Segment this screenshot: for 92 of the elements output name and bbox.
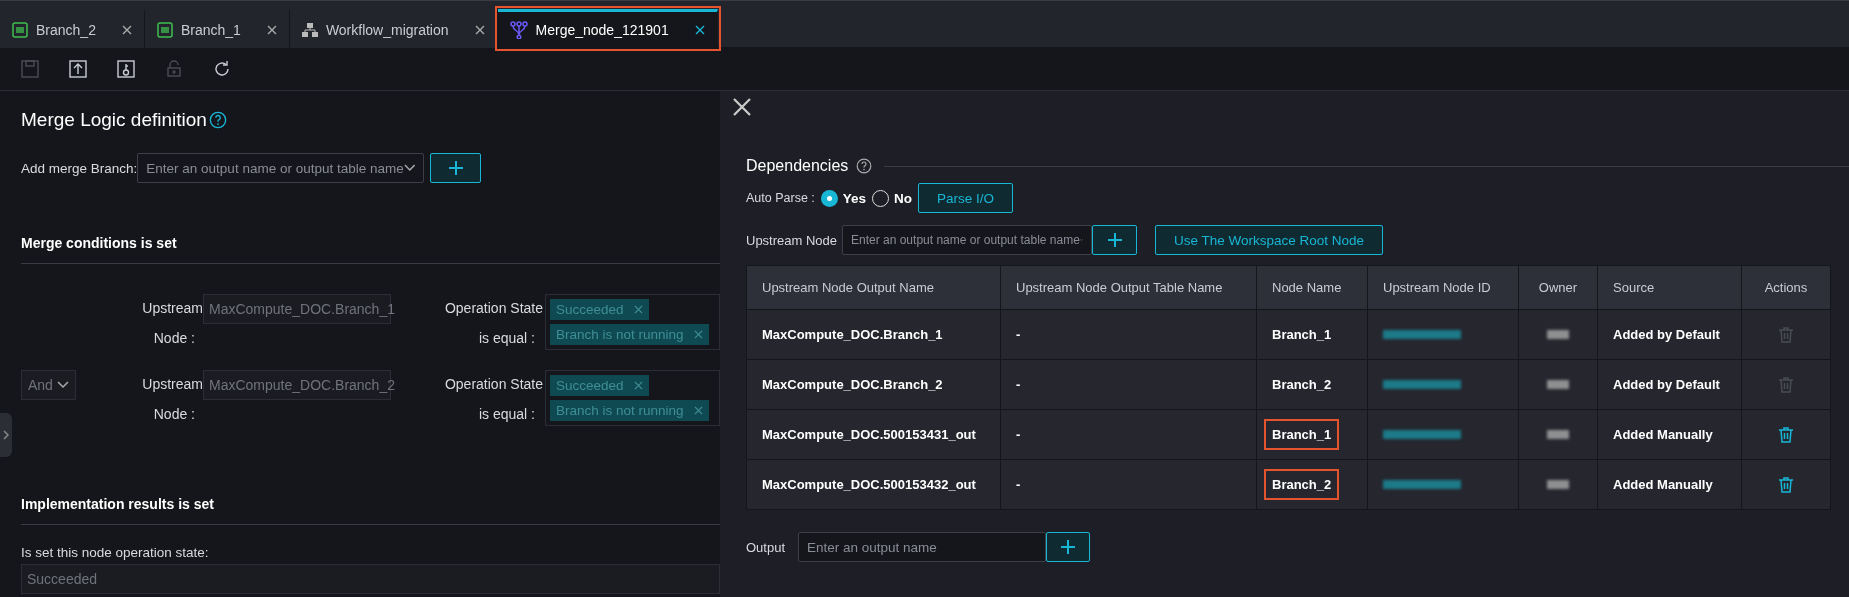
table-cell: Branch_1 [1257,410,1368,460]
sql-file-icon [12,22,28,38]
column-header: Upstream Node ID [1368,266,1519,310]
table-cell: Branch_2 [1257,460,1368,510]
column-header: Upstream Node Output Name [747,266,1001,310]
refresh-icon[interactable] [212,58,232,79]
radio-option[interactable]: Yes [820,189,867,207]
help-icon[interactable] [208,111,227,129]
remove-icon[interactable] [693,330,703,339]
table-cell: - [1001,410,1257,460]
table-cell: MaxCompute_DOC.500153431_out [747,410,1001,460]
branch-select[interactable]: Enter an output name or output table name [137,153,425,183]
key-icon[interactable] [116,58,136,79]
column-header: Source [1598,266,1742,310]
hierarchy-icon [301,22,318,38]
column-header: Actions [1742,266,1831,310]
add-button[interactable] [430,153,482,183]
column-header: Owner [1519,266,1598,310]
blurred-owner [1547,330,1569,339]
plus-icon [1106,232,1123,248]
plus-icon [1060,539,1076,555]
remove-icon[interactable] [633,305,643,314]
table-cell: - [1001,310,1257,360]
radio-option[interactable]: No [872,189,913,207]
table-cell: Added by Default [1598,360,1742,410]
state-tag: Branch is not running [550,400,709,421]
chevron-right-icon [3,430,9,440]
field-label: Node : [153,330,195,346]
trash-icon [1778,376,1794,393]
field-label: Node : [153,406,195,422]
add-button[interactable] [1092,225,1137,255]
expand-handle[interactable] [0,413,12,457]
editor-tab[interactable]: Branch_1 [144,9,290,48]
close-icon[interactable] [732,97,752,117]
field-label: Auto Parse : [746,191,815,205]
column-header: Node Name [1257,266,1368,310]
parse-button[interactable]: Parse I/O [918,183,1014,213]
chevron-down-icon [57,381,69,389]
table-cell: - [1001,460,1257,510]
close-icon[interactable] [266,25,277,35]
trash-icon[interactable] [1778,426,1794,443]
close-icon[interactable] [474,25,485,35]
state-tag: Branch is not running [550,324,709,345]
field-label: Upstream [142,300,203,316]
state-tag: Succeeded [550,299,649,320]
sql-file-icon [156,22,173,38]
chevron-down-icon [403,164,416,172]
section-heading: Implementation results is set [21,496,720,525]
field-label: is equal : [478,406,535,422]
close-icon[interactable] [121,25,132,35]
table-cell: MaxCompute_DOC.Branch_2 [747,360,1001,410]
field-label: is equal : [478,330,535,346]
table-cell: Branch_2 [1257,360,1368,410]
add-button[interactable] [1046,532,1090,562]
table-cell: MaxCompute_DOC.500153432_out [747,460,1001,510]
table-cell: Added Manually [1598,460,1742,510]
field-label: Operation State [444,376,543,392]
output-field[interactable]: Enter an output name [798,532,1046,562]
field-label: Is set this node operation state: [21,545,210,560]
column-header: Upstream Node Output Table Name [1001,266,1257,310]
field-label: Add merge Branch: [21,160,138,176]
section-title: Merge Logic definition [21,109,207,131]
plus-icon [447,160,464,176]
upstream-node-select[interactable]: Enter an output name or output table name [842,225,1092,255]
editor-tab[interactable]: Branch_2 [0,9,145,48]
section-title: Dependencies [746,157,849,175]
root-node-button[interactable]: Use The Workspace Root Node [1155,225,1384,255]
table-cell: Added Manually [1598,410,1742,460]
trash-icon [1778,326,1794,343]
close-icon[interactable] [694,25,705,35]
field-label: Operation State [444,300,543,316]
table-cell: MaxCompute_DOC.Branch_1 [747,310,1001,360]
field-label: Upstream [142,376,203,392]
upload-icon[interactable] [68,58,88,79]
merge-icon [509,21,528,39]
remove-icon[interactable] [633,381,643,390]
editor-tab[interactable]: Workflow_migration [289,9,498,48]
table-cell: Added by Default [1598,310,1742,360]
section-heading: Merge conditions is set [21,235,720,264]
blurred-owner [1547,380,1569,389]
operation-state-field[interactable]: Succeeded [21,564,720,594]
table-cell: - [1001,360,1257,410]
trash-icon[interactable] [1778,476,1794,493]
remove-icon[interactable] [693,406,703,415]
table-cell: Branch_1 [1257,310,1368,360]
editor-tab[interactable]: Merge_node_121901 [497,9,718,48]
operator-select[interactable]: And [21,370,76,400]
blurred-owner [1547,480,1569,489]
help-icon[interactable] [856,158,873,174]
state-tag: Succeeded [550,375,649,396]
blurred-owner [1547,430,1569,439]
field-label: Upstream Node [746,232,839,248]
